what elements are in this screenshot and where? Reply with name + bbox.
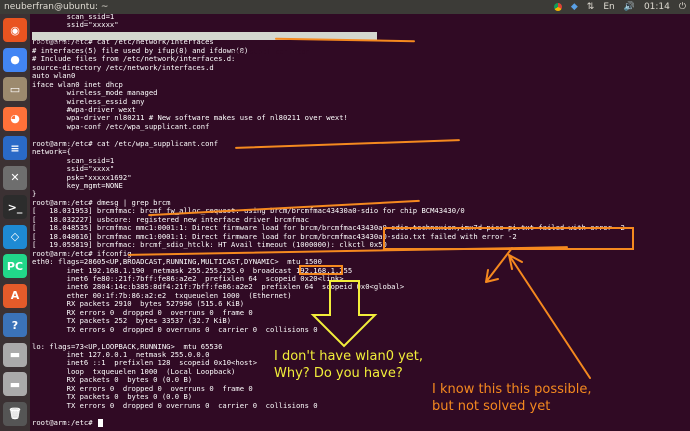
help-icon[interactable]: ? xyxy=(3,313,27,337)
terminal-line: wpa-conf /etc/wpa_supplicant.conf xyxy=(32,121,210,131)
ubuntu-logo-icon[interactable]: ◉ xyxy=(3,18,27,42)
pycharm-icon[interactable]: PC xyxy=(3,254,27,278)
chrome-icon[interactable]: ● xyxy=(3,47,27,72)
network-icon[interactable]: ⇅ xyxy=(587,0,595,14)
nano-filename: wpa_supplicant.conf xyxy=(232,47,315,56)
highlight-box-firmware-error xyxy=(383,227,634,250)
launcher: ◉ ● ▭ ◕ ≡ ✕ >_ ◇ PC A? ▬ ▬ 🗑 xyxy=(0,14,30,431)
files-icon[interactable]: ▭ xyxy=(3,77,27,101)
terminal-line: key_mgmt=NONE xyxy=(32,181,123,190)
terminal-icon[interactable]: >_ xyxy=(3,195,27,219)
writer-icon[interactable]: ≡ xyxy=(3,136,27,160)
system-tray: ◆ ⇅ En 🔊 01:14 ⏻ xyxy=(553,0,686,14)
disk-icon[interactable]: ▬ xyxy=(3,342,27,367)
orange-annotation: I know this this possible, but not solve… xyxy=(432,382,592,414)
trash-icon[interactable]: 🗑 xyxy=(3,401,27,426)
dropbox-icon[interactable]: ◆ xyxy=(571,0,578,14)
firefox-icon[interactable]: ◕ xyxy=(3,106,27,131)
vscode-icon[interactable]: ◇ xyxy=(3,224,27,249)
nano-version: GNU nano 3.2 xyxy=(36,39,88,48)
clock[interactable]: 01:14 xyxy=(644,0,670,14)
power-icon[interactable]: ⏻ xyxy=(679,0,686,14)
highlight-box-ip-address xyxy=(299,265,343,275)
volume-icon[interactable]: 🔊 xyxy=(624,0,635,14)
terminal-line: ssid="xxxxx" xyxy=(32,20,119,30)
terminal-cursor xyxy=(98,418,103,427)
settings-icon[interactable]: ✕ xyxy=(3,165,27,190)
chrome-tray-icon[interactable] xyxy=(553,3,562,11)
usb-drive-icon[interactable]: ▬ xyxy=(3,372,27,396)
language-indicator[interactable]: En xyxy=(603,0,614,14)
terminal-line: TX errors 0 dropped 0 overruns 0 carrier… xyxy=(32,400,318,410)
software-icon[interactable]: A xyxy=(3,283,27,308)
terminal-line: root@arm:/etc# xyxy=(32,417,97,427)
terminal-line: TX errors 0 dropped 0 overruns 0 carrier… xyxy=(32,324,318,334)
yellow-annotation: I don't have wlan0 yet, Why? Do you have… xyxy=(274,349,424,381)
